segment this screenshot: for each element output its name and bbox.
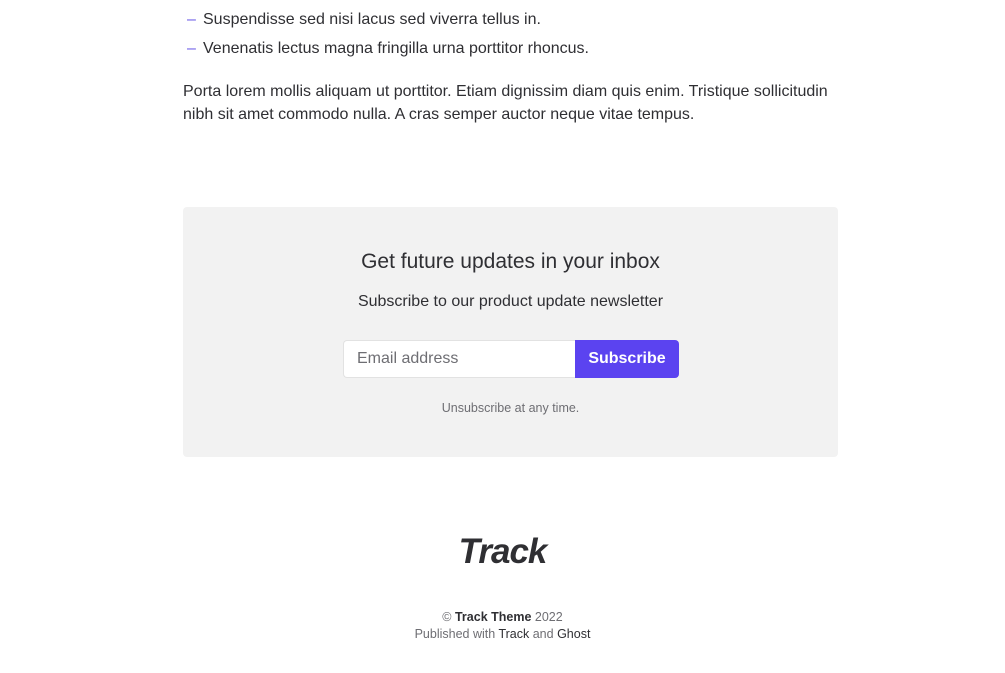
published-with-text: Published with (414, 627, 496, 641)
published-line: Published with Track and Ghost (0, 626, 1005, 643)
copyright-line: © Track Theme 2022 (0, 609, 1005, 626)
site-logo[interactable]: Track (0, 530, 1005, 574)
site-name-link[interactable]: Track Theme (455, 610, 531, 624)
site-name: Track Theme (454, 610, 532, 624)
email-input[interactable] (343, 340, 575, 378)
copyright-year: 2022 (534, 610, 563, 624)
and-text: and (532, 627, 554, 641)
subscribe-panel: Get future updates in your inbox Subscri… (183, 207, 838, 457)
subscribe-description: Subscribe to our product update newslett… (357, 293, 664, 310)
site-logo-text: Track (458, 532, 548, 571)
list-item: – Suspendisse sed nisi lacus sed viverra… (187, 8, 589, 37)
subscribe-title: Get future updates in your inbox (361, 250, 660, 273)
unsubscribe-note: Unsubscribe at any time. (441, 401, 580, 415)
bullet-dash: – (187, 11, 196, 28)
site-footer: © Track Theme 2022 Published with Track … (0, 609, 1005, 643)
track-link[interactable]: Track (498, 627, 529, 641)
list-item-text: Suspendisse sed nisi lacus sed viverra t… (203, 11, 541, 28)
list-item: – Venenatis lectus magna fringilla urna … (187, 37, 589, 66)
bullet-list: – Suspendisse sed nisi lacus sed viverra… (187, 8, 589, 66)
subscribe-form: Subscribe (343, 340, 679, 378)
bullet-dash: – (187, 40, 196, 57)
list-item-text: Venenatis lectus magna fringilla urna po… (203, 40, 589, 57)
copyright-symbol: © (442, 610, 452, 624)
subscribe-button[interactable]: Subscribe (575, 340, 679, 378)
ghost-link[interactable]: Ghost (557, 627, 590, 641)
article-paragraph: Porta lorem mollis aliquam ut porttitor.… (183, 83, 828, 123)
